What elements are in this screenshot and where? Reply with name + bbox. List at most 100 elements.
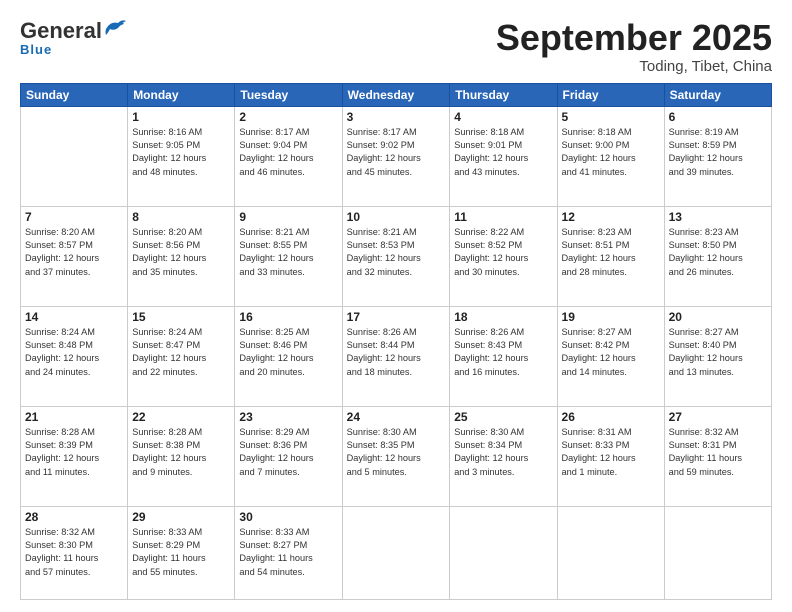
day-info: Sunrise: 8:18 AM Sunset: 9:01 PM Dayligh… — [454, 126, 552, 179]
day-number: 17 — [347, 310, 446, 324]
day-info: Sunrise: 8:17 AM Sunset: 9:04 PM Dayligh… — [239, 126, 337, 179]
header: General Blue September 2025 Toding, Tibe… — [20, 18, 772, 75]
day-number: 15 — [132, 310, 230, 324]
calendar-cell: 15 Sunrise: 8:24 AM Sunset: 8:47 PM Dayli… — [128, 306, 235, 406]
calendar-cell: 21 Sunrise: 8:28 AM Sunset: 8:39 PM Dayli… — [21, 406, 128, 506]
week-row-3: 14 Sunrise: 8:24 AM Sunset: 8:48 PM Dayli… — [21, 306, 772, 406]
day-info: Sunrise: 8:23 AM Sunset: 8:50 PM Dayligh… — [669, 226, 767, 279]
day-info: Sunrise: 8:20 AM Sunset: 8:57 PM Dayligh… — [25, 226, 123, 279]
day-number: 13 — [669, 210, 767, 224]
calendar-cell: 10 Sunrise: 8:21 AM Sunset: 8:53 PM Dayli… — [342, 206, 450, 306]
day-number: 30 — [239, 510, 337, 524]
day-info: Sunrise: 8:30 AM Sunset: 8:35 PM Dayligh… — [347, 426, 446, 479]
calendar-cell: 29Sunrise: 8:33 AM Sunset: 8:29 PM Dayli… — [128, 506, 235, 599]
day-info: Sunrise: 8:21 AM Sunset: 8:53 PM Dayligh… — [347, 226, 446, 279]
day-number: 20 — [669, 310, 767, 324]
day-number: 2 — [239, 110, 337, 124]
calendar-cell: 22 Sunrise: 8:28 AM Sunset: 8:38 PM Dayli… — [128, 406, 235, 506]
weekday-header-thursday: Thursday — [450, 83, 557, 106]
calendar-cell: 19 Sunrise: 8:27 AM Sunset: 8:42 PM Dayli… — [557, 306, 664, 406]
day-info: Sunrise: 8:28 AM Sunset: 8:39 PM Dayligh… — [25, 426, 123, 479]
day-number: 29 — [132, 510, 230, 524]
calendar-cell — [342, 506, 450, 599]
calendar-cell: 16 Sunrise: 8:25 AM Sunset: 8:46 PM Dayli… — [235, 306, 342, 406]
calendar-cell: 17Sunrise: 8:26 AM Sunset: 8:44 PM Dayli… — [342, 306, 450, 406]
calendar-cell: 7 Sunrise: 8:20 AM Sunset: 8:57 PM Daylig… — [21, 206, 128, 306]
day-info: Sunrise: 8:28 AM Sunset: 8:38 PM Dayligh… — [132, 426, 230, 479]
calendar-cell: 11 Sunrise: 8:22 AM Sunset: 8:52 PM Dayli… — [450, 206, 557, 306]
day-number: 16 — [239, 310, 337, 324]
week-row-1: 1Sunrise: 8:16 AM Sunset: 9:05 PM Daylig… — [21, 106, 772, 206]
calendar-cell: 18 Sunrise: 8:26 AM Sunset: 8:43 PM Dayli… — [450, 306, 557, 406]
day-info: Sunrise: 8:24 AM Sunset: 8:47 PM Dayligh… — [132, 326, 230, 379]
calendar-cell: 9Sunrise: 8:21 AM Sunset: 8:55 PM Daylig… — [235, 206, 342, 306]
weekday-header-saturday: Saturday — [664, 83, 771, 106]
calendar-cell: 6Sunrise: 8:19 AM Sunset: 8:59 PM Daylig… — [664, 106, 771, 206]
logo: General Blue — [20, 18, 126, 57]
calendar-cell: 25Sunrise: 8:30 AM Sunset: 8:34 PM Dayli… — [450, 406, 557, 506]
day-number: 1 — [132, 110, 230, 124]
day-number: 11 — [454, 210, 552, 224]
day-info: Sunrise: 8:27 AM Sunset: 8:42 PM Dayligh… — [562, 326, 660, 379]
day-number: 22 — [132, 410, 230, 424]
day-info: Sunrise: 8:19 AM Sunset: 8:59 PM Dayligh… — [669, 126, 767, 179]
month-title: September 2025 — [496, 18, 772, 58]
calendar-cell: 4 Sunrise: 8:18 AM Sunset: 9:01 PM Daylig… — [450, 106, 557, 206]
day-number: 14 — [25, 310, 123, 324]
day-number: 27 — [669, 410, 767, 424]
calendar-cell: 26 Sunrise: 8:31 AM Sunset: 8:33 PM Dayli… — [557, 406, 664, 506]
weekday-header-wednesday: Wednesday — [342, 83, 450, 106]
day-info: Sunrise: 8:23 AM Sunset: 8:51 PM Dayligh… — [562, 226, 660, 279]
calendar-cell — [450, 506, 557, 599]
weekday-header-sunday: Sunday — [21, 83, 128, 106]
calendar-cell: 12 Sunrise: 8:23 AM Sunset: 8:51 PM Dayli… — [557, 206, 664, 306]
day-number: 5 — [562, 110, 660, 124]
calendar-cell: 3Sunrise: 8:17 AM Sunset: 9:02 PM Daylig… — [342, 106, 450, 206]
calendar-cell: 14 Sunrise: 8:24 AM Sunset: 8:48 PM Dayli… — [21, 306, 128, 406]
day-number: 10 — [347, 210, 446, 224]
weekday-header-monday: Monday — [128, 83, 235, 106]
day-info: Sunrise: 8:33 AM Sunset: 8:27 PM Dayligh… — [239, 526, 337, 579]
calendar-cell: 28Sunrise: 8:32 AM Sunset: 8:30 PM Dayli… — [21, 506, 128, 599]
day-info: Sunrise: 8:27 AM Sunset: 8:40 PM Dayligh… — [669, 326, 767, 379]
day-number: 7 — [25, 210, 123, 224]
page: General Blue September 2025 Toding, Tibe… — [0, 0, 792, 612]
calendar-cell: 24 Sunrise: 8:30 AM Sunset: 8:35 PM Dayli… — [342, 406, 450, 506]
calendar-cell: 30 Sunrise: 8:33 AM Sunset: 8:27 PM Dayli… — [235, 506, 342, 599]
day-number: 24 — [347, 410, 446, 424]
day-info: Sunrise: 8:25 AM Sunset: 8:46 PM Dayligh… — [239, 326, 337, 379]
logo-blue-text: Blue — [20, 42, 52, 57]
day-number: 12 — [562, 210, 660, 224]
day-info: Sunrise: 8:24 AM Sunset: 8:48 PM Dayligh… — [25, 326, 123, 379]
calendar-table: SundayMondayTuesdayWednesdayThursdayFrid… — [20, 83, 772, 600]
weekday-header-tuesday: Tuesday — [235, 83, 342, 106]
calendar-cell: 1Sunrise: 8:16 AM Sunset: 9:05 PM Daylig… — [128, 106, 235, 206]
day-info: Sunrise: 8:29 AM Sunset: 8:36 PM Dayligh… — [239, 426, 337, 479]
day-info: Sunrise: 8:32 AM Sunset: 8:31 PM Dayligh… — [669, 426, 767, 479]
logo-general-text: General — [20, 18, 102, 44]
day-info: Sunrise: 8:20 AM Sunset: 8:56 PM Dayligh… — [132, 226, 230, 279]
logo-bird-icon — [104, 19, 126, 37]
day-info: Sunrise: 8:31 AM Sunset: 8:33 PM Dayligh… — [562, 426, 660, 479]
day-number: 18 — [454, 310, 552, 324]
calendar-cell: 27 Sunrise: 8:32 AM Sunset: 8:31 PM Dayli… — [664, 406, 771, 506]
day-number: 23 — [239, 410, 337, 424]
day-number: 26 — [562, 410, 660, 424]
day-info: Sunrise: 8:22 AM Sunset: 8:52 PM Dayligh… — [454, 226, 552, 279]
weekday-header-friday: Friday — [557, 83, 664, 106]
day-info: Sunrise: 8:32 AM Sunset: 8:30 PM Dayligh… — [25, 526, 123, 579]
day-number: 19 — [562, 310, 660, 324]
calendar-cell: 23 Sunrise: 8:29 AM Sunset: 8:36 PM Dayli… — [235, 406, 342, 506]
week-row-2: 7 Sunrise: 8:20 AM Sunset: 8:57 PM Daylig… — [21, 206, 772, 306]
day-number: 4 — [454, 110, 552, 124]
calendar-cell: 8 Sunrise: 8:20 AM Sunset: 8:56 PM Daylig… — [128, 206, 235, 306]
day-info: Sunrise: 8:21 AM Sunset: 8:55 PM Dayligh… — [239, 226, 337, 279]
day-number: 21 — [25, 410, 123, 424]
calendar-cell — [664, 506, 771, 599]
day-number: 3 — [347, 110, 446, 124]
title-block: September 2025 Toding, Tibet, China — [496, 18, 772, 75]
calendar-cell — [557, 506, 664, 599]
day-number: 8 — [132, 210, 230, 224]
day-info: Sunrise: 8:26 AM Sunset: 8:43 PM Dayligh… — [454, 326, 552, 379]
location-title: Toding, Tibet, China — [496, 58, 772, 75]
